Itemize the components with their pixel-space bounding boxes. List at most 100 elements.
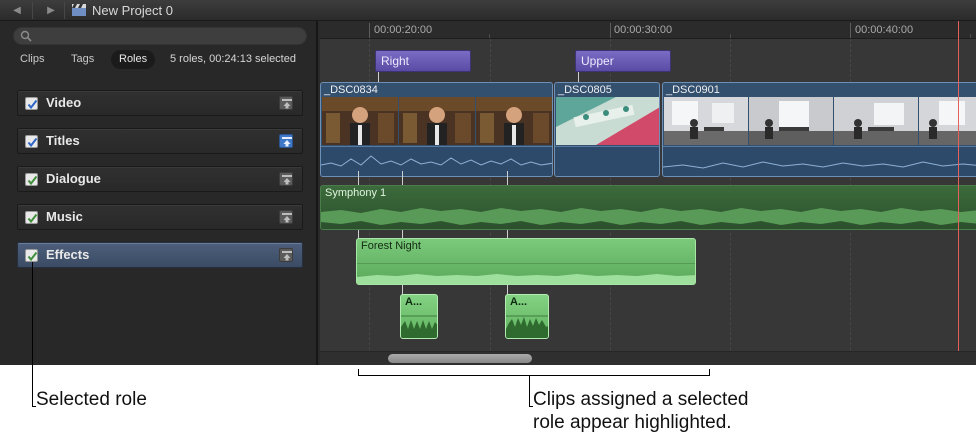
ruler-tick (850, 23, 851, 38)
filmstrip (322, 97, 552, 145)
timeline[interactable]: 00:00:20:00 00:00:30:00 00:00:40:00 Righ… (320, 21, 976, 365)
video-clip-dsc0805[interactable]: _DSC0805 (554, 82, 660, 177)
title-clip-right[interactable]: Right (375, 50, 471, 72)
scrollbar-thumb[interactable] (388, 354, 532, 363)
callout-selected-role: Selected role (36, 389, 147, 410)
callout-bracket (358, 375, 710, 376)
checkmark-icon (27, 99, 38, 110)
checkmark-icon (27, 213, 38, 224)
callout-line (529, 375, 530, 407)
show-lane-icon[interactable] (279, 134, 293, 148)
clapperboard-icon (72, 4, 86, 16)
ruler-label: 00:00:30:00 (614, 24, 673, 36)
clip-connector (402, 171, 403, 185)
nav-divider (64, 2, 65, 19)
thumbnail (664, 97, 748, 145)
audio-waveform (401, 315, 437, 338)
audio-waveform (357, 263, 695, 284)
role-row-effects[interactable]: Effects (17, 242, 303, 268)
thumbnail (919, 97, 976, 145)
audio-waveform (321, 146, 552, 176)
search-icon (20, 30, 32, 42)
show-lane-icon[interactable] (279, 96, 293, 110)
callout-text-line: role appear highlighted. (533, 412, 732, 433)
role-label: Video (46, 95, 82, 110)
checkmark-icon (27, 137, 38, 148)
timeline-index-panel: Clips Tags Roles 5 roles, 00:24:13 selec… (0, 21, 318, 365)
show-lane-icon[interactable] (279, 172, 293, 186)
ruler-tick (610, 23, 611, 38)
callout-clips-highlighted: Clips assigned a selected role appear hi… (533, 388, 748, 434)
role-row-music[interactable]: Music (17, 204, 303, 230)
video-clip-dsc0901[interactable]: _DSC0901 (662, 82, 976, 177)
role-row-dialogue[interactable]: Dialogue (17, 166, 303, 192)
role-checkbox-titles[interactable] (25, 135, 38, 148)
ruler-minor-tick (970, 34, 971, 38)
tab-roles[interactable]: Roles (111, 50, 156, 69)
callout-bracket (358, 369, 359, 376)
audio-clip-a-2[interactable]: A... (505, 294, 549, 339)
clip-connector (507, 171, 508, 185)
role-checkbox-music[interactable] (25, 211, 38, 224)
callout-line (32, 262, 33, 407)
nav-divider (32, 2, 33, 19)
ruler-label: 00:00:40:00 (855, 24, 914, 36)
role-row-video[interactable]: Video (17, 90, 303, 116)
final-cut-window: ◀ ▶ New Project 0 Clips Tags Roles 5 rol… (0, 0, 976, 365)
tab-clips[interactable]: Clips (12, 50, 52, 69)
clip-name: _DSC0901 (666, 84, 720, 96)
ruler-tick (369, 23, 370, 38)
thumbnail (834, 97, 918, 145)
role-label: Titles (46, 133, 80, 148)
role-checkbox-dialogue[interactable] (25, 173, 38, 186)
forward-button[interactable]: ▶ (42, 3, 60, 18)
show-lane-icon[interactable] (279, 248, 293, 262)
role-checkbox-video[interactable] (25, 97, 38, 110)
audio-waveform (555, 146, 659, 176)
clip-name: Forest Night (361, 240, 421, 252)
clip-connector (358, 171, 359, 185)
thumbnail (399, 97, 475, 145)
ruler-label: 00:00:20:00 (374, 24, 433, 36)
title-clip-upper[interactable]: Upper (575, 50, 671, 72)
clip-name: Symphony 1 (325, 187, 387, 199)
horizontal-scrollbar[interactable] (320, 351, 976, 365)
thumbnail (749, 97, 833, 145)
project-title: New Project 0 (92, 3, 173, 18)
roles-summary: 5 roles, 00:24:13 selected (170, 53, 296, 65)
clip-name: _DSC0805 (558, 84, 612, 96)
thumbnail (322, 97, 398, 145)
clip-name: A... (510, 296, 528, 308)
role-row-titles[interactable]: Titles (17, 128, 303, 154)
callout-text-line: Clips assigned a selected (533, 389, 749, 410)
audio-waveform (506, 315, 548, 338)
role-label: Music (46, 209, 83, 224)
tab-tags[interactable]: Tags (63, 50, 102, 69)
thumbnail (556, 97, 659, 145)
index-tabs: Clips Tags Roles 5 roles, 00:24:13 selec… (13, 50, 313, 70)
timecode-ruler[interactable]: 00:00:20:00 00:00:30:00 00:00:40:00 (320, 21, 976, 39)
playhead[interactable] (958, 21, 959, 351)
role-label: Effects (46, 247, 90, 262)
role-checkbox-effects[interactable] (25, 249, 38, 262)
callout-bracket (709, 369, 710, 376)
video-clip-dsc0834[interactable]: _DSC0834 (320, 82, 553, 177)
audio-clip-symphony[interactable]: Symphony 1 (320, 185, 976, 230)
thumbnail (476, 97, 552, 145)
audio-clip-forest-night[interactable]: Forest Night (356, 238, 696, 285)
filmstrip (556, 97, 659, 145)
title-bar: ◀ ▶ New Project 0 (0, 0, 976, 21)
role-label: Dialogue (46, 171, 101, 186)
clip-name: _DSC0834 (324, 84, 378, 96)
show-lane-icon[interactable] (279, 210, 293, 224)
filmstrip (664, 97, 976, 145)
ruler-minor-tick (730, 34, 731, 38)
audio-waveform (663, 146, 976, 176)
audio-waveform (321, 208, 976, 225)
checkmark-icon (27, 175, 38, 186)
audio-clip-a-1[interactable]: A... (400, 294, 438, 339)
clip-name: A... (405, 296, 423, 308)
search-field[interactable] (13, 27, 307, 45)
ruler-minor-tick (489, 34, 490, 38)
back-button[interactable]: ◀ (8, 3, 26, 18)
